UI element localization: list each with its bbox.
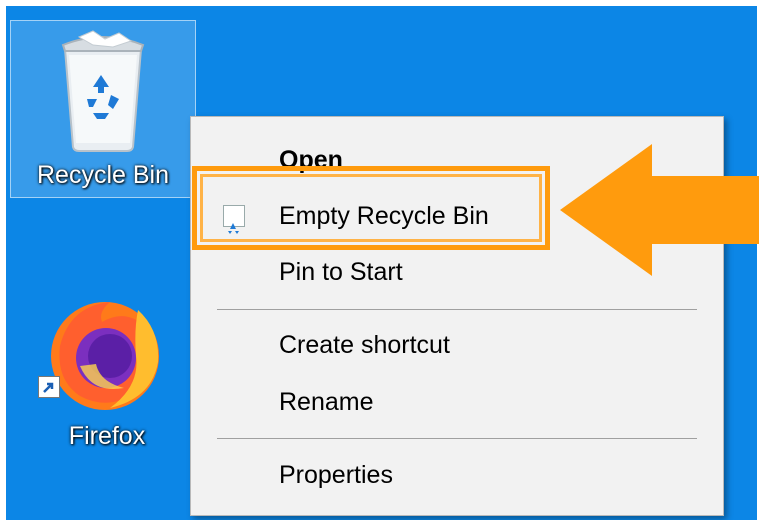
menu-separator <box>217 309 697 310</box>
menu-item-label: Pin to Start <box>279 258 403 286</box>
recycle-bin-icon <box>61 30 145 152</box>
menu-item-properties[interactable]: Properties <box>191 452 723 498</box>
menu-item-label: Rename <box>279 388 374 416</box>
desktop-icon-label: Recycle Bin <box>37 161 169 189</box>
menu-item-label: Create shortcut <box>279 331 450 359</box>
menu-item-rename[interactable]: Rename <box>191 379 723 425</box>
desktop-icon-label: Firefox <box>68 422 146 450</box>
annotation-arrow-icon <box>560 144 759 276</box>
menu-item-label: Open <box>279 146 343 174</box>
desktop-icon-recycle-bin[interactable]: Recycle Bin <box>10 20 196 198</box>
menu-item-label: Empty Recycle Bin <box>279 202 489 230</box>
menu-item-label: Properties <box>279 461 393 489</box>
menu-item-create-shortcut[interactable]: Create shortcut <box>191 322 723 368</box>
recycle-small-icon <box>223 205 245 234</box>
desktop-icon-firefox[interactable]: Firefox <box>32 286 182 466</box>
menu-separator <box>217 438 697 439</box>
shortcut-arrow-icon <box>38 376 60 398</box>
